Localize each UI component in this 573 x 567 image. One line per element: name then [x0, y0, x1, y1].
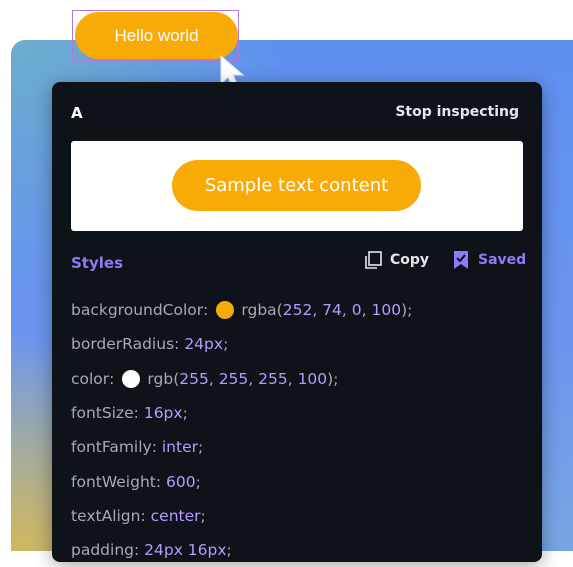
prop-value: 255, 255, 255, 100: [179, 369, 328, 388]
copy-icon: [365, 251, 382, 269]
prop-name: fontFamily: [71, 438, 152, 457]
copy-label: Copy: [390, 252, 430, 268]
style-row-padding: padding: 24px 16px;: [71, 541, 232, 560]
prop-value: center: [150, 506, 201, 525]
style-properties-list: backgroundColor: rgba(252, 74, 0, 100); …: [71, 293, 412, 567]
prop-value: 600: [166, 472, 196, 491]
preview-sample-button: Sample text content: [172, 160, 421, 211]
copy-button[interactable]: Copy: [363, 250, 429, 270]
prop-fn: rgba: [241, 301, 277, 320]
prop-value: inter: [161, 438, 198, 457]
color-swatch: [216, 301, 235, 320]
prop-value: 24px: [184, 335, 224, 354]
prop-name: fontWeight: [71, 472, 156, 491]
saved-label: Saved: [478, 252, 527, 268]
style-row-border-radius: borderRadius: 24px;: [71, 335, 229, 354]
prop-value: 16px: [143, 404, 183, 423]
style-row-text-align: textAlign: center;: [71, 506, 206, 525]
prop-value: 24px 16px: [144, 541, 227, 560]
element-preview: Sample text content: [71, 141, 523, 231]
prop-name: backgroundColor: [71, 301, 204, 320]
prop-name: borderRadius: [71, 335, 175, 354]
prop-name: textAlign: [71, 506, 141, 525]
hello-world-button[interactable]: Hello world: [75, 12, 238, 59]
bookmark-check-icon: [454, 251, 468, 269]
style-row-font-family: fontFamily: inter;: [71, 438, 204, 457]
prop-name: padding: [71, 541, 134, 560]
style-row-color: color: rgb(255, 255, 255, 100);: [71, 369, 339, 388]
styles-heading: Styles: [71, 254, 123, 272]
prop-name: color: [71, 369, 110, 388]
prop-value: 252, 74, 0, 100: [282, 301, 402, 320]
style-row-font-size: fontSize: 16px;: [71, 404, 188, 423]
color-swatch: [122, 369, 141, 388]
saved-button[interactable]: Saved: [453, 250, 526, 270]
element-tag-title: A: [71, 104, 83, 122]
style-row-font-weight: fontWeight: 600;: [71, 472, 201, 491]
style-row-background-color: backgroundColor: rgba(252, 74, 0, 100);: [71, 301, 413, 320]
stop-inspecting-button[interactable]: Stop inspecting: [395, 104, 519, 120]
inspector-panel: A Stop inspecting Sample text content St…: [52, 82, 542, 562]
prop-fn: rgb: [147, 369, 174, 388]
prop-name: fontSize: [71, 404, 134, 423]
